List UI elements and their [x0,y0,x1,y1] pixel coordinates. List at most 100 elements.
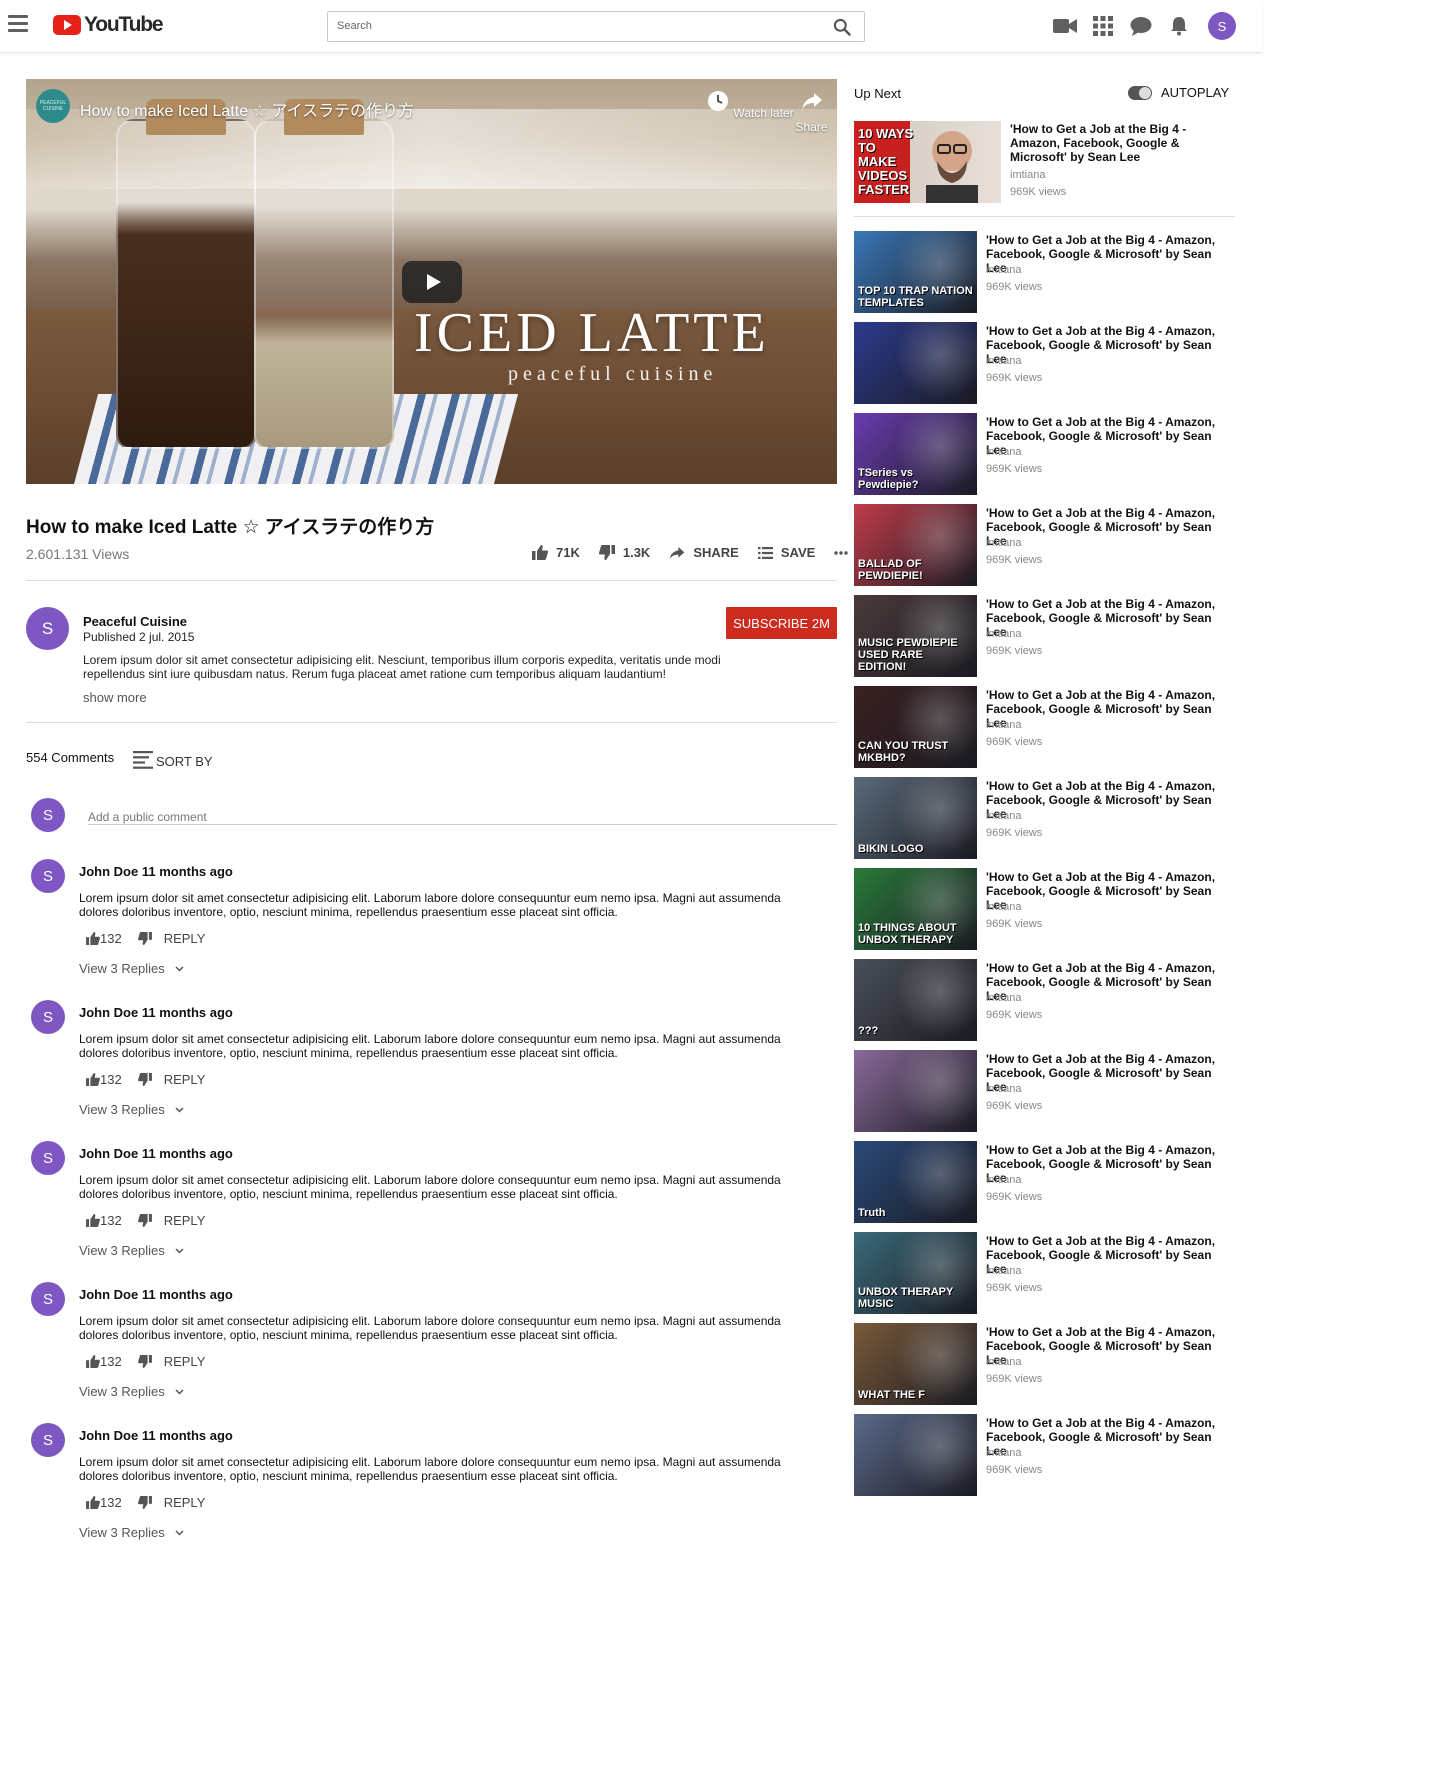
video-thumbnail[interactable] [854,1414,977,1496]
search-input[interactable] [337,20,807,32]
up-next-video[interactable]: 10 WAYS TO MAKE VIDEOS FASTER 'How to Ge… [854,121,1235,203]
comment-dislike-button[interactable] [137,1073,152,1086]
comment-author[interactable]: John Doe 11 months ago [79,1428,233,1443]
video-thumbnail[interactable]: TSeries vs Pewdiepie? [854,413,977,495]
recommended-channel[interactable]: imtiana [986,446,1021,458]
apps-grid-icon[interactable] [1090,14,1116,38]
watch-later-button[interactable]: Watch later [706,89,794,120]
comment-author[interactable]: John Doe 11 months ago [79,1287,233,1302]
menu-icon[interactable] [8,15,28,33]
comment-dislike-button[interactable] [137,1496,152,1509]
video-thumbnail[interactable]: MUSIC PEWDIEPIE USED RARE EDITION! [854,595,977,677]
sort-by-button[interactable]: SORT BY [133,751,213,769]
view-replies-button[interactable]: View 3 Replies [79,961,184,976]
recommended-video[interactable]: TOP 10 TRAP NATION TEMPLATES 'How to Get … [854,231,1235,313]
comment-dislike-button[interactable] [137,932,152,945]
recommended-title[interactable]: 'How to Get a Job at the Big 4 - Amazon,… [986,1143,1231,1185]
chat-icon[interactable] [1128,14,1154,38]
recommended-channel[interactable]: imtiana [1010,169,1045,181]
recommended-channel[interactable]: imtiana [986,1083,1021,1095]
player-title[interactable]: How to make Iced Latte ☆ アイスラテの作り方 [80,97,414,121]
recommended-title[interactable]: 'How to Get a Job at the Big 4 - Amazon,… [986,779,1231,821]
search-icon[interactable] [832,17,852,37]
channel-avatar[interactable]: S [26,607,69,650]
comment-avatar[interactable]: S [31,1282,65,1316]
video-thumbnail[interactable]: WHAT THE F [854,1323,977,1405]
recommended-channel[interactable]: imtiana [986,1447,1021,1459]
recommended-channel[interactable]: imtiana [986,628,1021,640]
comment-like-button[interactable]: 132 [86,1495,122,1510]
comment-dislike-button[interactable] [137,1214,152,1227]
recommended-video[interactable]: 'How to Get a Job at the Big 4 - Amazon,… [854,1414,1235,1496]
more-actions-button[interactable] [834,550,856,555]
recommended-video[interactable]: BALLAD OF PEWDIEPIE! 'How to Get a Job at… [854,504,1235,586]
autoplay-toggle[interactable] [1128,85,1152,100]
recommended-title[interactable]: 'How to Get a Job at the Big 4 - Amazon,… [986,961,1231,1003]
bell-icon[interactable] [1166,14,1192,38]
player-share-button[interactable]: Share [786,89,837,134]
video-thumbnail[interactable]: UNBOX THERAPY MUSIC [854,1232,977,1314]
video-thumbnail[interactable]: 10 WAYS TO MAKE VIDEOS FASTER [854,121,1001,203]
add-comment-input[interactable] [88,809,837,825]
recommended-title[interactable]: 'How to Get a Job at the Big 4 - Amazon,… [986,597,1231,639]
video-thumbnail[interactable]: BIKIN LOGO [854,777,977,859]
recommended-channel[interactable]: imtiana [986,1356,1021,1368]
comment-author[interactable]: John Doe 11 months ago [79,1005,233,1020]
recommended-channel[interactable]: imtiana [986,719,1021,731]
recommended-channel[interactable]: imtiana [986,355,1021,367]
comment-like-button[interactable]: 132 [86,1072,122,1087]
recommended-video[interactable]: MUSIC PEWDIEPIE USED RARE EDITION! 'How t… [854,595,1235,677]
view-replies-button[interactable]: View 3 Replies [79,1243,184,1258]
recommended-video[interactable]: CAN YOU TRUST MKBHD? 'How to Get a Job at… [854,686,1235,768]
recommended-title[interactable]: 'How to Get a Job at the Big 4 - Amazon,… [986,1234,1231,1276]
video-thumbnail[interactable] [854,1050,977,1132]
recommended-title[interactable]: 'How to Get a Job at the Big 4 - Amazon,… [986,324,1231,366]
comment-dislike-button[interactable] [137,1355,152,1368]
comment-reply-button[interactable]: REPLY [164,1072,206,1087]
recommended-channel[interactable]: imtiana [986,1265,1021,1277]
dislike-button[interactable]: 1.3K [598,545,650,560]
comment-avatar[interactable]: S [31,859,65,893]
comment-like-button[interactable]: 132 [86,1213,122,1228]
play-button[interactable] [402,261,462,303]
video-thumbnail[interactable]: TOP 10 TRAP NATION TEMPLATES [854,231,977,313]
comment-reply-button[interactable]: REPLY [164,931,206,946]
comment-like-button[interactable]: 132 [86,1354,122,1369]
channel-name[interactable]: Peaceful Cuisine [83,614,187,629]
comment-author[interactable]: John Doe 11 months ago [79,1146,233,1161]
video-player[interactable]: PEACEFUL CUISINE How to make Iced Latte … [26,79,837,484]
view-replies-button[interactable]: View 3 Replies [79,1384,184,1399]
recommended-title[interactable]: 'How to Get a Job at the Big 4 - Amazon,… [986,870,1231,912]
recommended-title[interactable]: 'How to Get a Job at the Big 4 - Amazon,… [986,688,1231,730]
video-thumbnail[interactable] [854,322,977,404]
subscribe-button[interactable]: SUBSCRIBE 2M [726,607,837,639]
recommended-channel[interactable]: imtiana [986,264,1021,276]
youtube-logo[interactable]: YouTube [53,13,164,36]
recommended-channel[interactable]: imtiana [986,1174,1021,1186]
video-thumbnail[interactable]: CAN YOU TRUST MKBHD? [854,686,977,768]
player-channel-logo[interactable]: PEACEFUL CUISINE [36,89,70,123]
video-thumbnail[interactable]: Truth [854,1141,977,1223]
comment-reply-button[interactable]: REPLY [164,1354,206,1369]
view-replies-button[interactable]: View 3 Replies [79,1525,184,1540]
recommended-title[interactable]: 'How to Get a Job at the Big 4 - Amazon,… [986,233,1231,275]
recommended-title[interactable]: 'How to Get a Job at the Big 4 - Amazon,… [1010,122,1200,164]
video-camera-icon[interactable] [1052,14,1078,38]
video-thumbnail[interactable]: 10 THINGS ABOUT UNBOX THERAPY [854,868,977,950]
recommended-channel[interactable]: imtiana [986,537,1021,549]
video-thumbnail[interactable]: BALLAD OF PEWDIEPIE! [854,504,977,586]
recommended-channel[interactable]: imtiana [986,810,1021,822]
recommended-video[interactable]: UNBOX THERAPY MUSIC 'How to Get a Job at … [854,1232,1235,1314]
comment-avatar[interactable]: S [31,1423,65,1457]
comment-reply-button[interactable]: REPLY [164,1213,206,1228]
recommended-video[interactable]: WHAT THE F 'How to Get a Job at the Big 4… [854,1323,1235,1405]
recommended-video[interactable]: 'How to Get a Job at the Big 4 - Amazon,… [854,1050,1235,1132]
recommended-title[interactable]: 'How to Get a Job at the Big 4 - Amazon,… [986,415,1231,457]
recommended-title[interactable]: 'How to Get a Job at the Big 4 - Amazon,… [986,506,1231,548]
recommended-video[interactable]: ??? 'How to Get a Job at the Big 4 - Amaz… [854,959,1235,1041]
recommended-video[interactable]: BIKIN LOGO 'How to Get a Job at the Big 4… [854,777,1235,859]
recommended-channel[interactable]: imtiana [986,901,1021,913]
video-thumbnail[interactable]: ??? [854,959,977,1041]
comment-avatar[interactable]: S [31,1000,65,1034]
show-more-link[interactable]: show more [83,690,147,705]
